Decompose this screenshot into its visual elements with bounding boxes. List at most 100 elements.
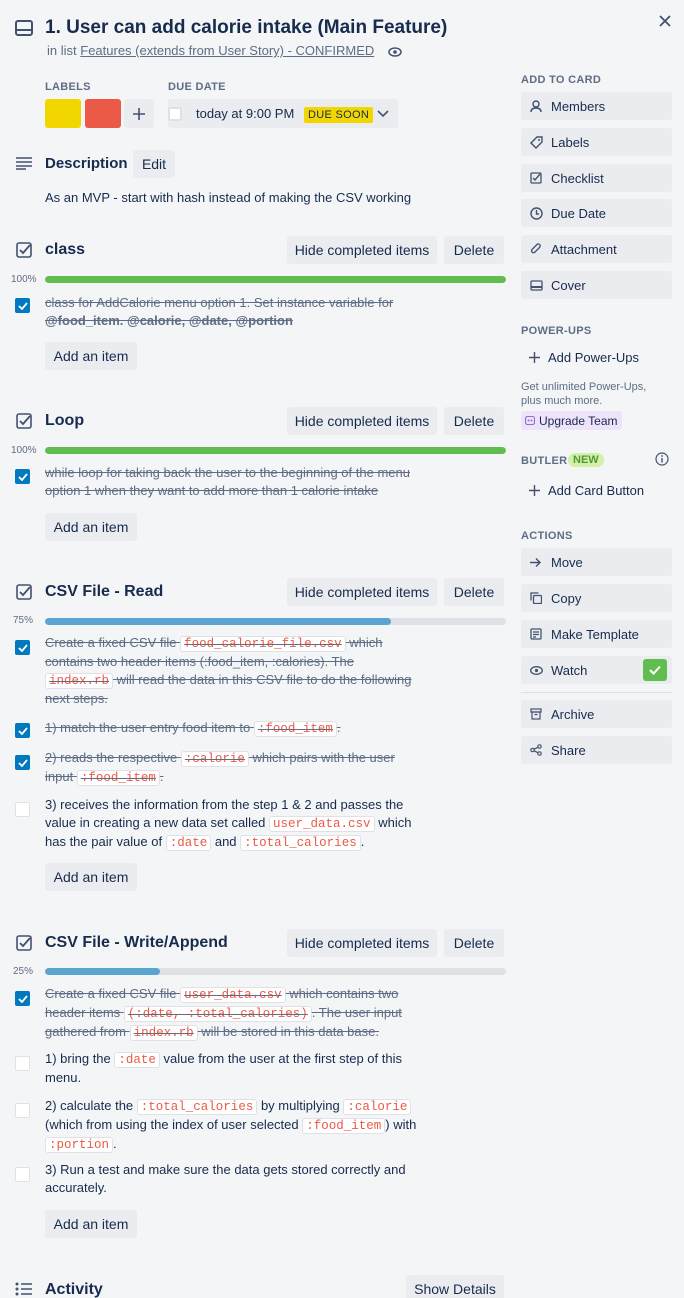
item-checkbox[interactable] [15, 1056, 30, 1071]
hide-completed-button[interactable]: Hide completed items [287, 236, 437, 264]
template-icon [529, 627, 543, 641]
hide-completed-button[interactable]: Hide completed items [287, 578, 437, 606]
close-icon[interactable] [654, 10, 676, 32]
progress-percent: 25% [13, 966, 34, 977]
item-text: 1) match the user entry food item to [45, 720, 251, 735]
code-snippet: index.rb [129, 1025, 198, 1041]
add-powerups-label: Add Power-Ups [548, 349, 640, 365]
info-icon[interactable] [655, 452, 669, 466]
add-item-button[interactable]: Add an item [45, 342, 137, 370]
add-card-button-button[interactable]: Add Card Button [521, 476, 672, 504]
item-checkbox[interactable] [15, 1103, 30, 1118]
checklist-item[interactable]: while loop for taking back the user to t… [45, 464, 435, 500]
clock-icon [529, 206, 543, 220]
item-checkbox[interactable] [15, 802, 30, 817]
item-text: menu. [45, 1070, 82, 1085]
checklist-item[interactable]: 2) calculate the :total_calories by mult… [45, 1097, 435, 1154]
checklist-item[interactable]: Create a fixed CSV file user_data.csv wh… [45, 985, 435, 1042]
checklist-item[interactable]: 3) Run a test and make sure the data get… [45, 1161, 435, 1197]
list-link[interactable]: Features (extends from User Story) - CON… [80, 43, 374, 58]
make-template-button[interactable]: Make Template [521, 620, 672, 648]
checklist-item[interactable]: 3) receives the information from the ste… [45, 796, 435, 852]
checklist-icon [15, 934, 33, 952]
cover-button[interactable]: Cover [521, 271, 672, 299]
checklist-button[interactable]: Checklist [521, 164, 672, 192]
hide-completed-button[interactable]: Hide completed items [287, 929, 437, 957]
copy-label: Copy [551, 590, 582, 606]
add-item-button[interactable]: Add an item [45, 1210, 137, 1238]
progress-fill [45, 968, 161, 975]
delete-checklist-button[interactable]: Delete [444, 929, 504, 957]
checklist-title[interactable]: class [45, 241, 85, 259]
code-snippet: :date [114, 1052, 160, 1068]
powerups-hint: Get unlimited Power-Ups, plus much more. [521, 380, 646, 408]
item-checkbox[interactable] [15, 755, 30, 770]
item-checkbox[interactable] [15, 469, 30, 484]
item-checkbox[interactable] [15, 723, 30, 738]
copy-button[interactable]: Copy [521, 584, 672, 612]
checklist-title[interactable]: CSV File - Write/Append [45, 934, 228, 952]
item-text: (which from using the index of user sele… [45, 1117, 299, 1132]
delete-checklist-button[interactable]: Delete [444, 578, 504, 606]
labels-button[interactable]: Labels [521, 128, 672, 156]
item-checkbox[interactable] [15, 640, 30, 655]
label-yellow[interactable] [45, 99, 81, 128]
due-complete-checkbox[interactable] [168, 107, 182, 121]
item-checkbox[interactable] [15, 298, 30, 313]
delete-checklist-button[interactable]: Delete [444, 407, 504, 435]
code-snippet: :food_item [253, 721, 337, 737]
item-checkbox[interactable] [15, 1167, 30, 1182]
chevron-down-icon[interactable] [376, 107, 390, 121]
code-snippet: :total_calories [240, 835, 361, 851]
add-label-button[interactable] [124, 99, 154, 128]
item-text: gathered from [45, 1024, 126, 1039]
item-text: by multiplying [260, 1098, 340, 1113]
hide-completed-button[interactable]: Hide completed items [287, 407, 437, 435]
item-text: and [214, 834, 237, 849]
checklist-item[interactable]: Create a fixed CSV file food_calorie_fil… [45, 634, 435, 708]
in-list-prefix: in list [47, 43, 77, 58]
due-soon-badge: DUE SOON [304, 107, 374, 123]
delete-checklist-button[interactable]: Delete [444, 236, 504, 264]
checklist-label: Checklist [551, 170, 604, 186]
members-button[interactable]: Members [521, 92, 672, 120]
add-item-button[interactable]: Add an item [45, 863, 137, 891]
checklist-item[interactable]: 1) match the user entry food item to :fo… [45, 719, 435, 738]
progress-fill [45, 618, 391, 625]
share-button[interactable]: Share [521, 736, 672, 764]
checklist-item[interactable]: 2) reads the respective :calorie which p… [45, 749, 435, 787]
due-date-heading: DUE DATE [168, 81, 226, 93]
checklist-item[interactable]: class for AddCalorie menu option 1. Set … [45, 294, 435, 330]
edit-description-button[interactable]: Edit [133, 150, 175, 178]
item-text: option 1 when they want to add more than… [45, 483, 379, 498]
upgrade-team-button[interactable]: Upgrade Team [521, 411, 622, 430]
checklist-title[interactable]: Loop [45, 412, 84, 430]
new-badge: NEW [568, 453, 604, 467]
checklist-item[interactable]: 1) bring the :date value from the user a… [45, 1050, 435, 1087]
due-date-value[interactable]: today at 9:00 PM [196, 106, 294, 121]
card-title[interactable]: 1. User can add calorie intake (Main Fea… [45, 17, 447, 39]
attachment-button[interactable]: Attachment [521, 235, 672, 263]
item-text: . [159, 769, 164, 784]
make-template-label: Make Template [551, 626, 639, 642]
item-text: . [113, 1136, 117, 1151]
add-card-button-label: Add Card Button [548, 482, 645, 498]
add-powerups-button[interactable]: Add Power-Ups [521, 343, 672, 371]
move-button[interactable]: Move [521, 548, 672, 576]
label-red[interactable] [85, 99, 121, 128]
add-item-button[interactable]: Add an item [45, 513, 137, 541]
item-text: will read the data in this CSV file to d… [116, 672, 412, 687]
description-text[interactable]: As an MVP - start with hash instead of m… [45, 190, 411, 205]
progress-bar [45, 968, 506, 975]
watching-check-icon[interactable] [643, 659, 667, 681]
item-checkbox[interactable] [15, 991, 30, 1006]
archive-button[interactable]: Archive [521, 700, 672, 728]
item-text: input [45, 769, 74, 784]
progress-fill [45, 276, 506, 283]
due-date-button[interactable]: Due Date [521, 199, 672, 227]
code-snippet: index.rb [45, 673, 114, 689]
item-text: . [336, 720, 341, 735]
tag-icon [529, 135, 543, 149]
show-details-button[interactable]: Show Details [406, 1275, 504, 1298]
checklist-title[interactable]: CSV File - Read [45, 583, 163, 601]
